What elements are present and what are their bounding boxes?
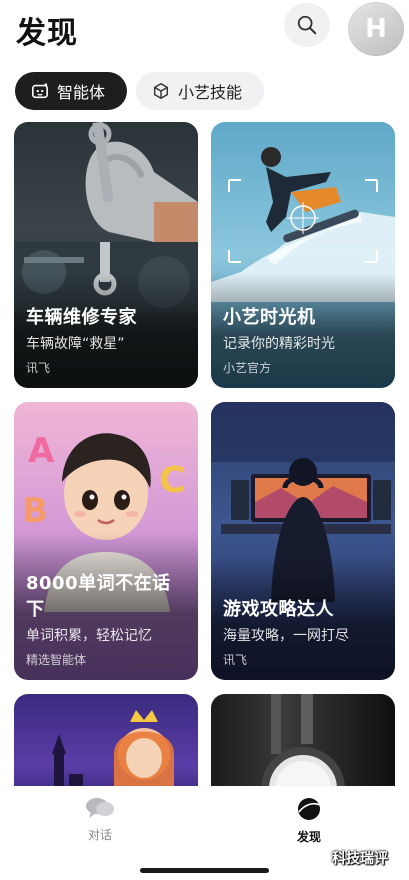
nav-chat-label: 对话 xyxy=(87,828,112,842)
card-source: 小艺官方 xyxy=(223,361,272,375)
discover-planet-icon xyxy=(298,798,321,820)
search-button[interactable] xyxy=(284,3,330,47)
agent-card-car-repair[interactable]: 车辆维修专家 车辆故障“救星” 讯飞 xyxy=(14,122,198,388)
header: 发现 H xyxy=(0,0,409,60)
robot-icon xyxy=(31,83,49,99)
chat-bubbles-icon xyxy=(86,798,114,818)
card-caption: 8000单词不在话下 单词积累，轻松记忆 精选智能体 xyxy=(14,533,198,680)
tab-skills-label: 小艺技能 xyxy=(178,83,243,102)
agent-card-game-guide[interactable]: 游戏攻略达人 海量攻略，一网打尽 讯飞 xyxy=(211,402,395,680)
card-caption: 车辆维修专家 车辆故障“救星” 讯飞 xyxy=(14,273,198,388)
card-subtitle: 车辆故障“救星” xyxy=(26,336,125,352)
nav-chat[interactable]: 对话 xyxy=(60,796,140,843)
page-title: 发现 xyxy=(16,16,78,51)
card-source: 讯飞 xyxy=(223,653,248,667)
magnifier-illustration xyxy=(261,694,345,786)
card-title: 车辆维修专家 xyxy=(26,307,137,328)
card-subtitle: 单词积累，轻松记忆 xyxy=(26,628,152,644)
nav-discover[interactable]: 发现 xyxy=(269,796,349,845)
princess-illustration xyxy=(52,710,174,786)
home-indicator[interactable] xyxy=(140,868,269,873)
agent-card-detective[interactable] xyxy=(211,694,395,786)
svg-text:A: A xyxy=(28,431,55,471)
card-source: 精选智能体 xyxy=(26,653,87,667)
card-title: 8000单词不在话下 xyxy=(26,573,171,620)
card-source: 讯飞 xyxy=(26,361,51,375)
agent-card-vocabulary[interactable]: A B C 8000单词不在话下 单词积累，轻松记忆 精选智能体 xyxy=(14,402,198,680)
nav-discover-label: 发现 xyxy=(296,830,321,844)
tab-agents-label: 智能体 xyxy=(57,83,106,102)
cube-icon xyxy=(153,83,169,99)
avatar-letter: H xyxy=(365,14,387,44)
tab-agents[interactable]: 智能体 xyxy=(15,72,127,110)
card-title: 小艺时光机 xyxy=(223,307,316,328)
card-title: 游戏攻略达人 xyxy=(223,599,334,620)
agent-card-princess[interactable] xyxy=(14,694,198,786)
svg-text:B: B xyxy=(22,491,48,531)
card-subtitle: 海量攻略，一网打尽 xyxy=(223,628,349,644)
card-caption: 小艺时光机 记录你的精彩时光 小艺官方 xyxy=(211,273,395,388)
card-subtitle: 记录你的精彩时光 xyxy=(223,336,335,352)
search-icon xyxy=(297,15,317,35)
avatar[interactable]: H xyxy=(348,2,404,56)
agent-card-time-machine[interactable]: 小艺时光机 记录你的精彩时光 小艺官方 xyxy=(211,122,395,388)
card-caption: 游戏攻略达人 海量攻略，一网打尽 讯飞 xyxy=(211,559,395,680)
agent-grid: 车辆维修专家 车辆故障“救星” 讯飞 小艺时光机 记录你的精彩时光 小艺官方 A… xyxy=(14,122,395,786)
tab-skills[interactable]: 小艺技能 xyxy=(136,72,264,110)
watermark: 科技瑞评 xyxy=(332,851,388,867)
svg-text:C: C xyxy=(159,460,185,501)
